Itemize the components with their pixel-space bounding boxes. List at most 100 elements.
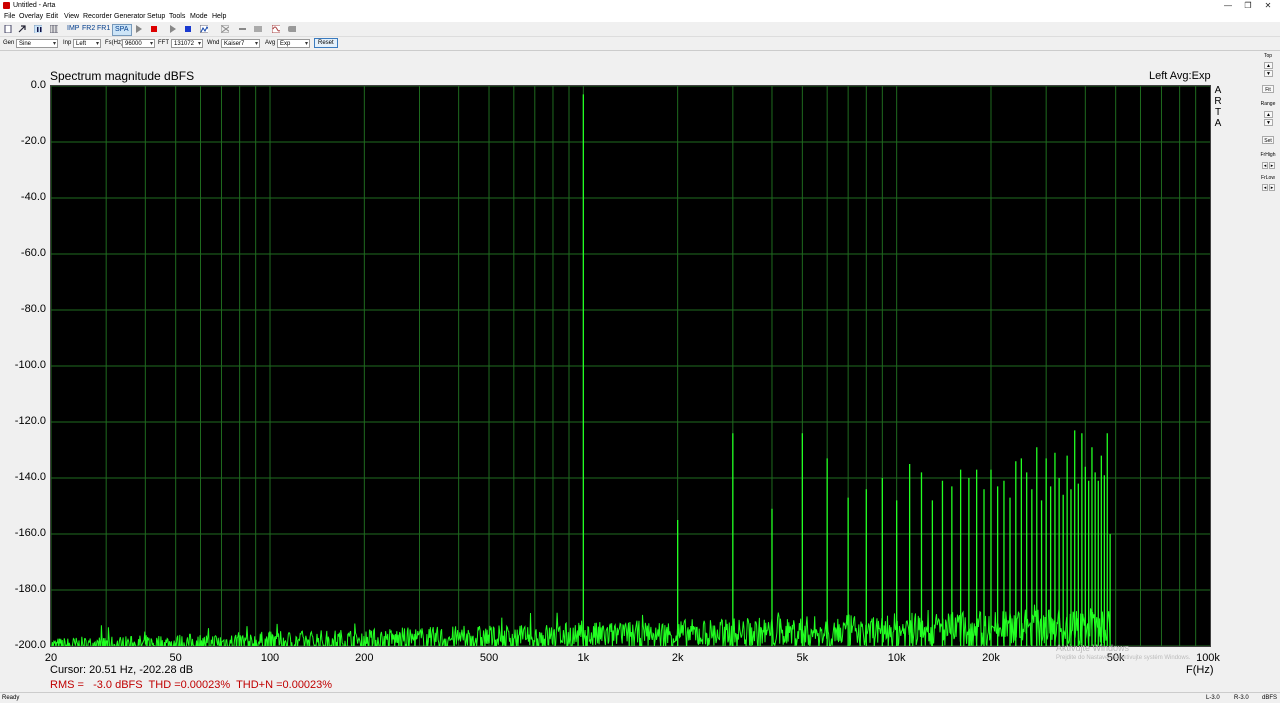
play-icon[interactable]: [135, 25, 143, 33]
menu-file[interactable]: File: [4, 11, 15, 22]
top-label: Top: [1263, 53, 1273, 59]
side-panel: Top ▲ ▼ Fit Range ▲ ▼ Set FrHigh ◂ ▸ FrL…: [1256, 51, 1280, 692]
frlow-left-button[interactable]: ◂: [1262, 184, 1268, 191]
x-tick-label: 5k: [796, 652, 809, 664]
menu-setup[interactable]: Setup: [147, 11, 165, 22]
x-tick-label: 50: [169, 652, 182, 664]
arta-letter: A: [1214, 85, 1222, 96]
open-arrow-icon[interactable]: [18, 25, 26, 33]
oscilloscope-icon[interactable]: [272, 25, 280, 33]
fft-size-select[interactable]: 131072: [171, 39, 203, 49]
x-tick-label: 200: [355, 652, 374, 664]
channel-avg-info: Left Avg:Exp: [1149, 70, 1211, 82]
avg-label: Avg: [265, 40, 276, 46]
window-function-select[interactable]: Kaiser7: [221, 39, 260, 49]
new-file-icon[interactable]: [4, 25, 12, 33]
y-tick-label: -140.0: [14, 471, 46, 483]
close-button[interactable]: ✕: [1256, 0, 1280, 11]
generator-play-icon[interactable]: [169, 25, 177, 33]
y-tick-label: -40.0: [20, 191, 46, 203]
y-tick-label: 0.0: [30, 79, 46, 91]
arta-letter: R: [1214, 96, 1222, 107]
arta-side-label: A R T A: [1214, 85, 1222, 129]
frhigh-left-button[interactable]: ◂: [1262, 162, 1268, 169]
x-tick-label: 100k: [1196, 652, 1220, 664]
mode-fr2-button[interactable]: FR2: [82, 24, 95, 34]
generator-select[interactable]: Sine: [16, 39, 58, 49]
y-tick-label: -180.0: [14, 583, 46, 595]
x-axis-label: F(Hz): [1186, 664, 1214, 676]
cross-grid-icon[interactable]: [221, 25, 229, 33]
x-tick-label: 100: [260, 652, 280, 664]
frlow-right-button[interactable]: ▸: [1269, 184, 1275, 191]
x-tick-label: 20: [44, 652, 58, 664]
input-select[interactable]: Left: [73, 39, 101, 49]
frlow-label: FrLow: [1261, 175, 1275, 181]
menu-view[interactable]: View: [64, 11, 79, 22]
control-bar: Gen Sine Inp Left Fs(Hz) 96000 FFT 13107…: [0, 37, 1280, 51]
averaging-select[interactable]: Exp: [277, 39, 310, 49]
generator-stop-icon[interactable]: [184, 25, 192, 33]
menu-tools[interactable]: Tools: [169, 11, 185, 22]
reset-button[interactable]: Reset: [314, 38, 338, 48]
fft-label: FFT: [158, 40, 169, 46]
arta-app-icon: [3, 2, 10, 9]
menu-overlay[interactable]: Overlay: [19, 11, 43, 22]
sample-rate-select[interactable]: 96000: [122, 39, 155, 49]
menu-mode[interactable]: Mode: [190, 11, 208, 22]
y-tick-label: -80.0: [20, 303, 46, 315]
top-down-button[interactable]: ▼: [1264, 70, 1273, 77]
range-down-button[interactable]: ▼: [1264, 119, 1273, 126]
frhigh-label: FrHigh: [1260, 152, 1276, 158]
x-tick-label: 20k: [982, 652, 1000, 664]
grid-view-icon[interactable]: [50, 25, 58, 33]
meter-icon[interactable]: [254, 25, 262, 33]
x-tick-label: 500: [479, 652, 499, 664]
range-up-button[interactable]: ▲: [1264, 111, 1273, 118]
top-up-button[interactable]: ▲: [1264, 62, 1273, 69]
range-label: Range: [1260, 101, 1276, 107]
y-tick-label: -160.0: [14, 527, 46, 539]
title-bar: Untitled - Arta — ❐ ✕: [0, 0, 1280, 11]
y-tick-label: -200.0: [14, 639, 46, 651]
y-tick-label: -60.0: [20, 247, 46, 259]
spectrum-plot-svg[interactable]: [51, 86, 1210, 646]
mode-imp-button[interactable]: IMP: [67, 24, 79, 34]
set-button[interactable]: Set: [1262, 136, 1274, 144]
chart-title: Spectrum magnitude dBFS: [50, 69, 195, 83]
arta-letter: T: [1214, 107, 1222, 118]
fit-button[interactable]: Fit: [1262, 85, 1274, 93]
menu-recorder[interactable]: Recorder: [83, 11, 112, 22]
window-title: Untitled - Arta: [13, 2, 56, 9]
spectrum-plot[interactable]: [50, 85, 1211, 647]
gen-label: Gen: [3, 40, 15, 46]
frhigh-right-button[interactable]: ▸: [1269, 162, 1275, 169]
record-icon[interactable]: [288, 25, 296, 33]
x-tick-label: 10k: [887, 652, 906, 664]
pause-icon[interactable]: [34, 25, 42, 33]
spectrum-icon[interactable]: [200, 25, 208, 33]
menu-edit[interactable]: Edit: [46, 11, 58, 22]
y-tick-label: -20.0: [20, 135, 46, 147]
mode-spa-button[interactable]: SPA: [112, 24, 132, 36]
arta-letter: A: [1214, 118, 1222, 129]
mode-fr1-button[interactable]: FR1: [97, 24, 110, 34]
windows-activation-watermark: Aktivujte Windows: [1056, 643, 1130, 653]
toolbar: IMP FR2 FR1 SPA: [0, 22, 1280, 37]
x-tick-label: 2k: [671, 652, 684, 664]
stop-icon[interactable]: [150, 25, 158, 33]
link-icon[interactable]: [238, 25, 246, 33]
menu-help[interactable]: Help: [212, 11, 226, 22]
x-tick-label: 1k: [577, 652, 590, 664]
windows-activation-hint: Prejdite do Nastavení a aktivujte systém…: [1056, 655, 1191, 661]
cursor-readout: Cursor: 20.51 Hz, -202.28 dB: [50, 664, 194, 676]
inp-label: Inp: [63, 40, 72, 46]
y-tick-label: -120.0: [14, 415, 46, 427]
status-bar: Ready L-3.0 R-3.0 dBFS: [0, 692, 1280, 703]
menu-bar: File Overlay Edit View Recorder Generato…: [0, 11, 1280, 22]
fs-label: Fs(Hz): [105, 40, 123, 46]
distortion-stats: RMS = -3.0 dBFS THD =0.00023% THD+N =0.0…: [50, 679, 333, 691]
window-label: Wnd: [207, 40, 220, 46]
menu-generator[interactable]: Generator: [114, 11, 146, 22]
y-tick-label: -100.0: [14, 359, 46, 371]
